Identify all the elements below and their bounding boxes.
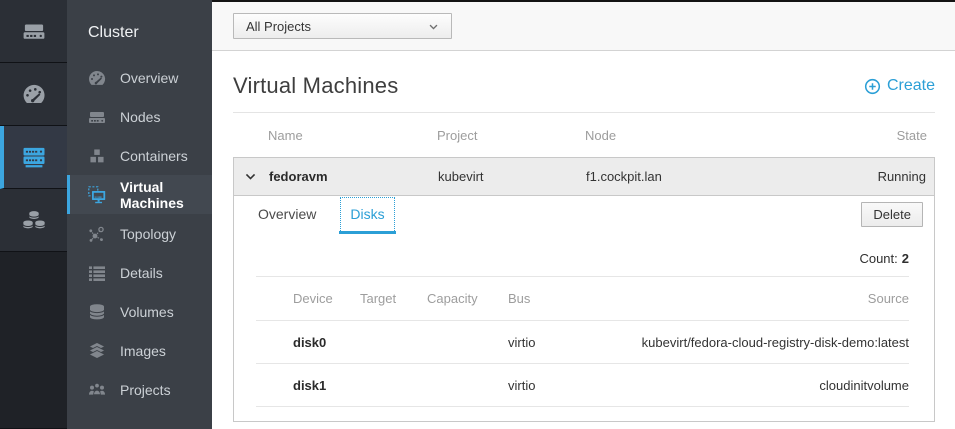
sidebar-item-containers[interactable]: Containers xyxy=(67,136,212,175)
sidebar-item-label: Volumes xyxy=(120,304,174,320)
layers-icon xyxy=(85,341,109,361)
strip-item-nodes[interactable] xyxy=(0,0,67,63)
disks-count-label: Count: xyxy=(859,251,897,266)
sidebar-item-label: Nodes xyxy=(120,109,160,125)
people-icon xyxy=(85,380,109,400)
sidebar-item-virtual-machines[interactable]: Virtual Machines xyxy=(67,175,212,214)
vm-name-cell: fedoravm xyxy=(269,169,438,184)
sidebar-item-label: Images xyxy=(120,343,166,359)
tab-disks[interactable]: Disks xyxy=(339,196,395,234)
disk-device-cell: disk0 xyxy=(256,335,360,350)
table-row-fedoravm[interactable]: fedoravm kubevirt f1.cockpit.lan Running xyxy=(233,157,935,196)
database-icon xyxy=(85,302,109,322)
sidebar-item-images[interactable]: Images xyxy=(67,331,212,370)
sidebar-title: Cluster xyxy=(67,0,212,58)
vm-table-header: Name Project Node State xyxy=(233,112,935,157)
create-button-label: Create xyxy=(887,77,935,95)
vm-state-cell: Running xyxy=(819,169,934,184)
project-filter-dropdown[interactable]: All Projects xyxy=(233,13,452,39)
row-expander-chevron-down-icon[interactable] xyxy=(234,170,269,183)
strip-item-storage[interactable] xyxy=(0,189,67,252)
column-header-state: State xyxy=(820,128,935,143)
top-bar: All Projects xyxy=(212,2,955,51)
main-area: All Projects Virtual Machines Create Nam… xyxy=(212,0,955,429)
column-header-name: Name xyxy=(268,128,437,143)
column-header-node: Node xyxy=(585,128,820,143)
page-title: Virtual Machines xyxy=(233,73,398,99)
delete-button[interactable]: Delete xyxy=(861,202,923,227)
cubes-icon xyxy=(85,146,109,166)
table-row-disk1: disk1 virtio cloudinitvolume xyxy=(256,364,909,407)
vm-project-cell: kubevirt xyxy=(438,169,586,184)
disks-table-header: Device Target Capacity Bus Source xyxy=(256,277,909,321)
table-row-disk0: disk0 virtio kubevirt/fedora-cloud-regis… xyxy=(256,321,909,364)
list-icon xyxy=(85,263,109,283)
sidebar-item-label: Containers xyxy=(120,148,188,164)
sidebar-item-label: Details xyxy=(120,265,163,281)
plus-circle-icon xyxy=(864,78,881,95)
app-icon-strip xyxy=(0,0,67,429)
gauge-icon xyxy=(21,81,47,107)
sidebar-item-label: Virtual Machines xyxy=(120,179,212,211)
sidebar-item-label: Topology xyxy=(120,226,176,242)
disk-source-cell: cloudinitvolume xyxy=(633,378,909,393)
server-icon xyxy=(21,18,47,44)
server-icon xyxy=(85,107,109,127)
disks-count: Count: 2 xyxy=(256,240,909,277)
sidebar-item-volumes[interactable]: Volumes xyxy=(67,292,212,331)
column-header-source: Source xyxy=(633,291,909,306)
gauge-icon xyxy=(85,68,109,88)
column-header-bus: Bus xyxy=(508,291,633,306)
strip-item-cluster[interactable] xyxy=(0,126,67,189)
project-filter-value: All Projects xyxy=(246,19,311,34)
sidebar-item-label: Overview xyxy=(120,70,178,86)
column-header-project: Project xyxy=(437,128,585,143)
storage-stacks-icon xyxy=(21,207,47,233)
create-button[interactable]: Create xyxy=(864,77,935,95)
chevron-down-icon xyxy=(428,21,439,32)
disks-count-value: 2 xyxy=(902,251,909,266)
disk-bus-cell: virtio xyxy=(508,378,633,393)
strip-item-overview[interactable] xyxy=(0,63,67,126)
sidebar-item-label: Projects xyxy=(120,382,171,398)
sidebar-nav: Overview Nodes Containers Virtual Machin… xyxy=(67,58,212,409)
disk-bus-cell: virtio xyxy=(508,335,633,350)
vm-icon xyxy=(85,185,109,205)
sidebar-item-projects[interactable]: Projects xyxy=(67,370,212,409)
content-pane: Virtual Machines Create Name Project Nod… xyxy=(212,51,955,429)
content-header: Virtual Machines Create xyxy=(233,73,935,99)
sidebar-item-details[interactable]: Details xyxy=(67,253,212,292)
disk-device-cell: disk1 xyxy=(256,378,360,393)
column-header-capacity: Capacity xyxy=(427,291,508,306)
sidebar-item-overview[interactable]: Overview xyxy=(67,58,212,97)
vm-detail-tabs: Overview Disks Delete xyxy=(234,196,934,234)
disks-panel: Count: 2 Device Target Capacity Bus Sourc… xyxy=(234,234,934,421)
sidebar-item-nodes[interactable]: Nodes xyxy=(67,97,212,136)
sidebar: Cluster Overview Nodes Containers Virtua… xyxy=(67,0,212,429)
column-header-target: Target xyxy=(360,291,427,306)
app-window: Cluster Overview Nodes Containers Virtua… xyxy=(0,0,955,429)
column-header-device: Device xyxy=(256,291,360,306)
rack-icon xyxy=(20,143,48,171)
tab-overview[interactable]: Overview xyxy=(247,196,327,234)
sidebar-item-topology[interactable]: Topology xyxy=(67,214,212,253)
icon-strip-filler xyxy=(0,252,67,429)
vm-detail-panel: Overview Disks Delete Count: 2 Device Tar… xyxy=(233,196,935,422)
topology-icon xyxy=(85,224,109,244)
vm-node-cell: f1.cockpit.lan xyxy=(586,169,819,184)
disk-source-cell: kubevirt/fedora-cloud-registry-disk-demo… xyxy=(633,335,909,350)
